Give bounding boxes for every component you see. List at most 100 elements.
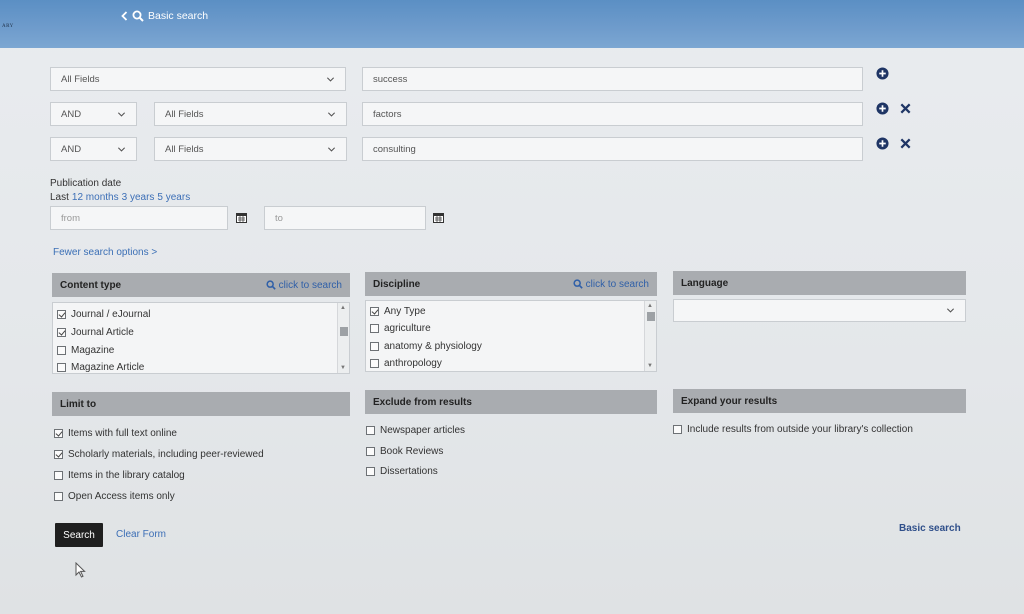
date-from-placeholder: from — [61, 212, 80, 224]
language-select[interactable] — [673, 299, 966, 322]
chevron-down-icon — [327, 146, 336, 152]
search-term-value: success — [373, 73, 408, 85]
basic-search-link[interactable]: Basic search — [899, 523, 961, 534]
range-12-months-link[interactable]: 12 months — [72, 192, 119, 203]
remove-row-icon[interactable] — [899, 137, 912, 150]
checkbox[interactable] — [370, 307, 379, 316]
exclude-option[interactable]: Dissertations — [366, 466, 438, 477]
search-icon — [132, 10, 144, 22]
search-term-input-row3[interactable]: consulting — [362, 137, 863, 161]
field-select-value: All Fields — [61, 73, 100, 85]
mouse-cursor-icon — [75, 562, 86, 578]
fewer-search-options-link[interactable]: Fewer search options > — [53, 247, 157, 258]
search-button[interactable]: Search — [55, 523, 103, 547]
clear-form-link[interactable]: Clear Form — [116, 529, 166, 540]
checkbox[interactable] — [57, 363, 66, 372]
checkbox[interactable] — [366, 426, 375, 435]
checkbox[interactable] — [370, 324, 379, 333]
checkbox[interactable] — [366, 447, 375, 456]
expand-option[interactable]: Include results from outside your librar… — [673, 424, 913, 435]
option-label: Open Access items only — [68, 491, 175, 502]
scroll-thumb[interactable] — [647, 312, 655, 321]
option-label: Dissertations — [380, 466, 438, 477]
date-to-input[interactable]: to — [264, 206, 426, 230]
list-item[interactable]: Journal / eJournal — [57, 309, 151, 320]
option-label: Include results from outside your librar… — [687, 424, 913, 435]
scroll-up-icon[interactable]: ▲ — [647, 303, 653, 309]
add-row-icon[interactable] — [876, 137, 889, 150]
list-item[interactable]: Magazine Article — [57, 362, 144, 373]
option-label: Items in the library catalog — [68, 470, 185, 481]
checkbox[interactable] — [54, 450, 63, 459]
list-item-label: anatomy & physiology — [384, 341, 482, 352]
remove-row-icon[interactable] — [899, 102, 912, 115]
content-type-click-to-search[interactable]: click to search — [266, 280, 342, 291]
limit-option[interactable]: Open Access items only — [54, 491, 175, 502]
basic-search-back-link[interactable]: Basic search — [121, 10, 208, 22]
add-row-icon[interactable] — [876, 67, 889, 80]
calendar-icon[interactable] — [236, 212, 247, 223]
checkbox[interactable] — [57, 346, 66, 355]
list-scrollbar[interactable]: ▲ ▼ — [337, 303, 349, 373]
list-item[interactable]: Journal Article — [57, 327, 134, 338]
search-term-input-row2[interactable]: factors — [362, 102, 863, 126]
checkbox[interactable] — [54, 471, 63, 480]
checkbox[interactable] — [370, 359, 379, 368]
list-item[interactable]: Any Type — [370, 306, 426, 317]
range-5-years-link[interactable]: 5 years — [157, 192, 190, 203]
click-to-search-label: click to search — [278, 279, 342, 291]
limit-option[interactable]: Scholarly materials, including peer-revi… — [54, 449, 264, 460]
date-from-input[interactable]: from — [50, 206, 228, 230]
checkbox[interactable] — [54, 492, 63, 501]
scroll-down-icon[interactable]: ▼ — [340, 365, 346, 371]
checkbox[interactable] — [370, 342, 379, 351]
checkbox[interactable] — [57, 328, 66, 337]
add-row-icon[interactable] — [876, 102, 889, 115]
operator-select-row3[interactable]: AND — [50, 137, 137, 161]
list-item[interactable]: agriculture — [370, 323, 431, 334]
list-item[interactable]: Magazine — [57, 345, 114, 356]
content-type-list[interactable]: Journal / eJournal Journal Article Magaz… — [52, 302, 350, 374]
scroll-thumb[interactable] — [340, 327, 348, 336]
last-label: Last — [50, 192, 69, 203]
field-select-row1[interactable]: All Fields — [50, 67, 346, 91]
list-item-label: anthropology — [384, 358, 442, 369]
list-item-label: Journal Article — [71, 327, 134, 338]
operator-select-row2[interactable]: AND — [50, 102, 137, 126]
calendar-icon[interactable] — [433, 212, 444, 223]
search-term-value: consulting — [373, 143, 416, 155]
content-type-title: Content type — [60, 279, 122, 291]
list-scrollbar[interactable]: ▲ ▼ — [644, 301, 656, 371]
exclude-option[interactable]: Newspaper articles — [366, 425, 465, 436]
date-to-placeholder: to — [275, 212, 283, 224]
checkbox[interactable] — [57, 310, 66, 319]
limit-option[interactable]: Items with full text online — [54, 428, 177, 439]
list-item[interactable]: anatomy & physiology — [370, 341, 482, 352]
checkbox[interactable] — [366, 467, 375, 476]
exclude-option[interactable]: Book Reviews — [366, 446, 443, 457]
field-select-value: All Fields — [165, 143, 204, 155]
option-label: Scholarly materials, including peer-revi… — [68, 449, 264, 460]
publication-date-label: Publication date — [50, 178, 122, 189]
field-select-row2[interactable]: All Fields — [154, 102, 347, 126]
limit-to-title: Limit to — [60, 398, 97, 410]
field-select-value: All Fields — [165, 108, 204, 120]
exclude-title: Exclude from results — [373, 396, 472, 408]
scroll-down-icon[interactable]: ▼ — [647, 363, 653, 369]
date-range-shortcuts: Last 12 months 3 years 5 years — [50, 192, 190, 203]
discipline-list[interactable]: Any Type agriculture anatomy & physiolog… — [365, 300, 657, 372]
language-header: Language — [673, 271, 966, 295]
field-select-row3[interactable]: All Fields — [154, 137, 347, 161]
search-term-value: factors — [373, 108, 402, 120]
list-item[interactable]: anthropology — [370, 358, 442, 369]
list-item-label: Journal / eJournal — [71, 309, 151, 320]
checkbox[interactable] — [54, 429, 63, 438]
search-term-input-row1[interactable]: success — [362, 67, 863, 91]
checkbox[interactable] — [673, 425, 682, 434]
limit-option[interactable]: Items in the library catalog — [54, 470, 185, 481]
range-3-years-link[interactable]: 3 years — [122, 192, 155, 203]
chevron-down-icon — [327, 111, 336, 117]
exclude-header: Exclude from results — [365, 390, 657, 414]
scroll-up-icon[interactable]: ▲ — [340, 305, 346, 311]
discipline-click-to-search[interactable]: click to search — [573, 279, 649, 290]
